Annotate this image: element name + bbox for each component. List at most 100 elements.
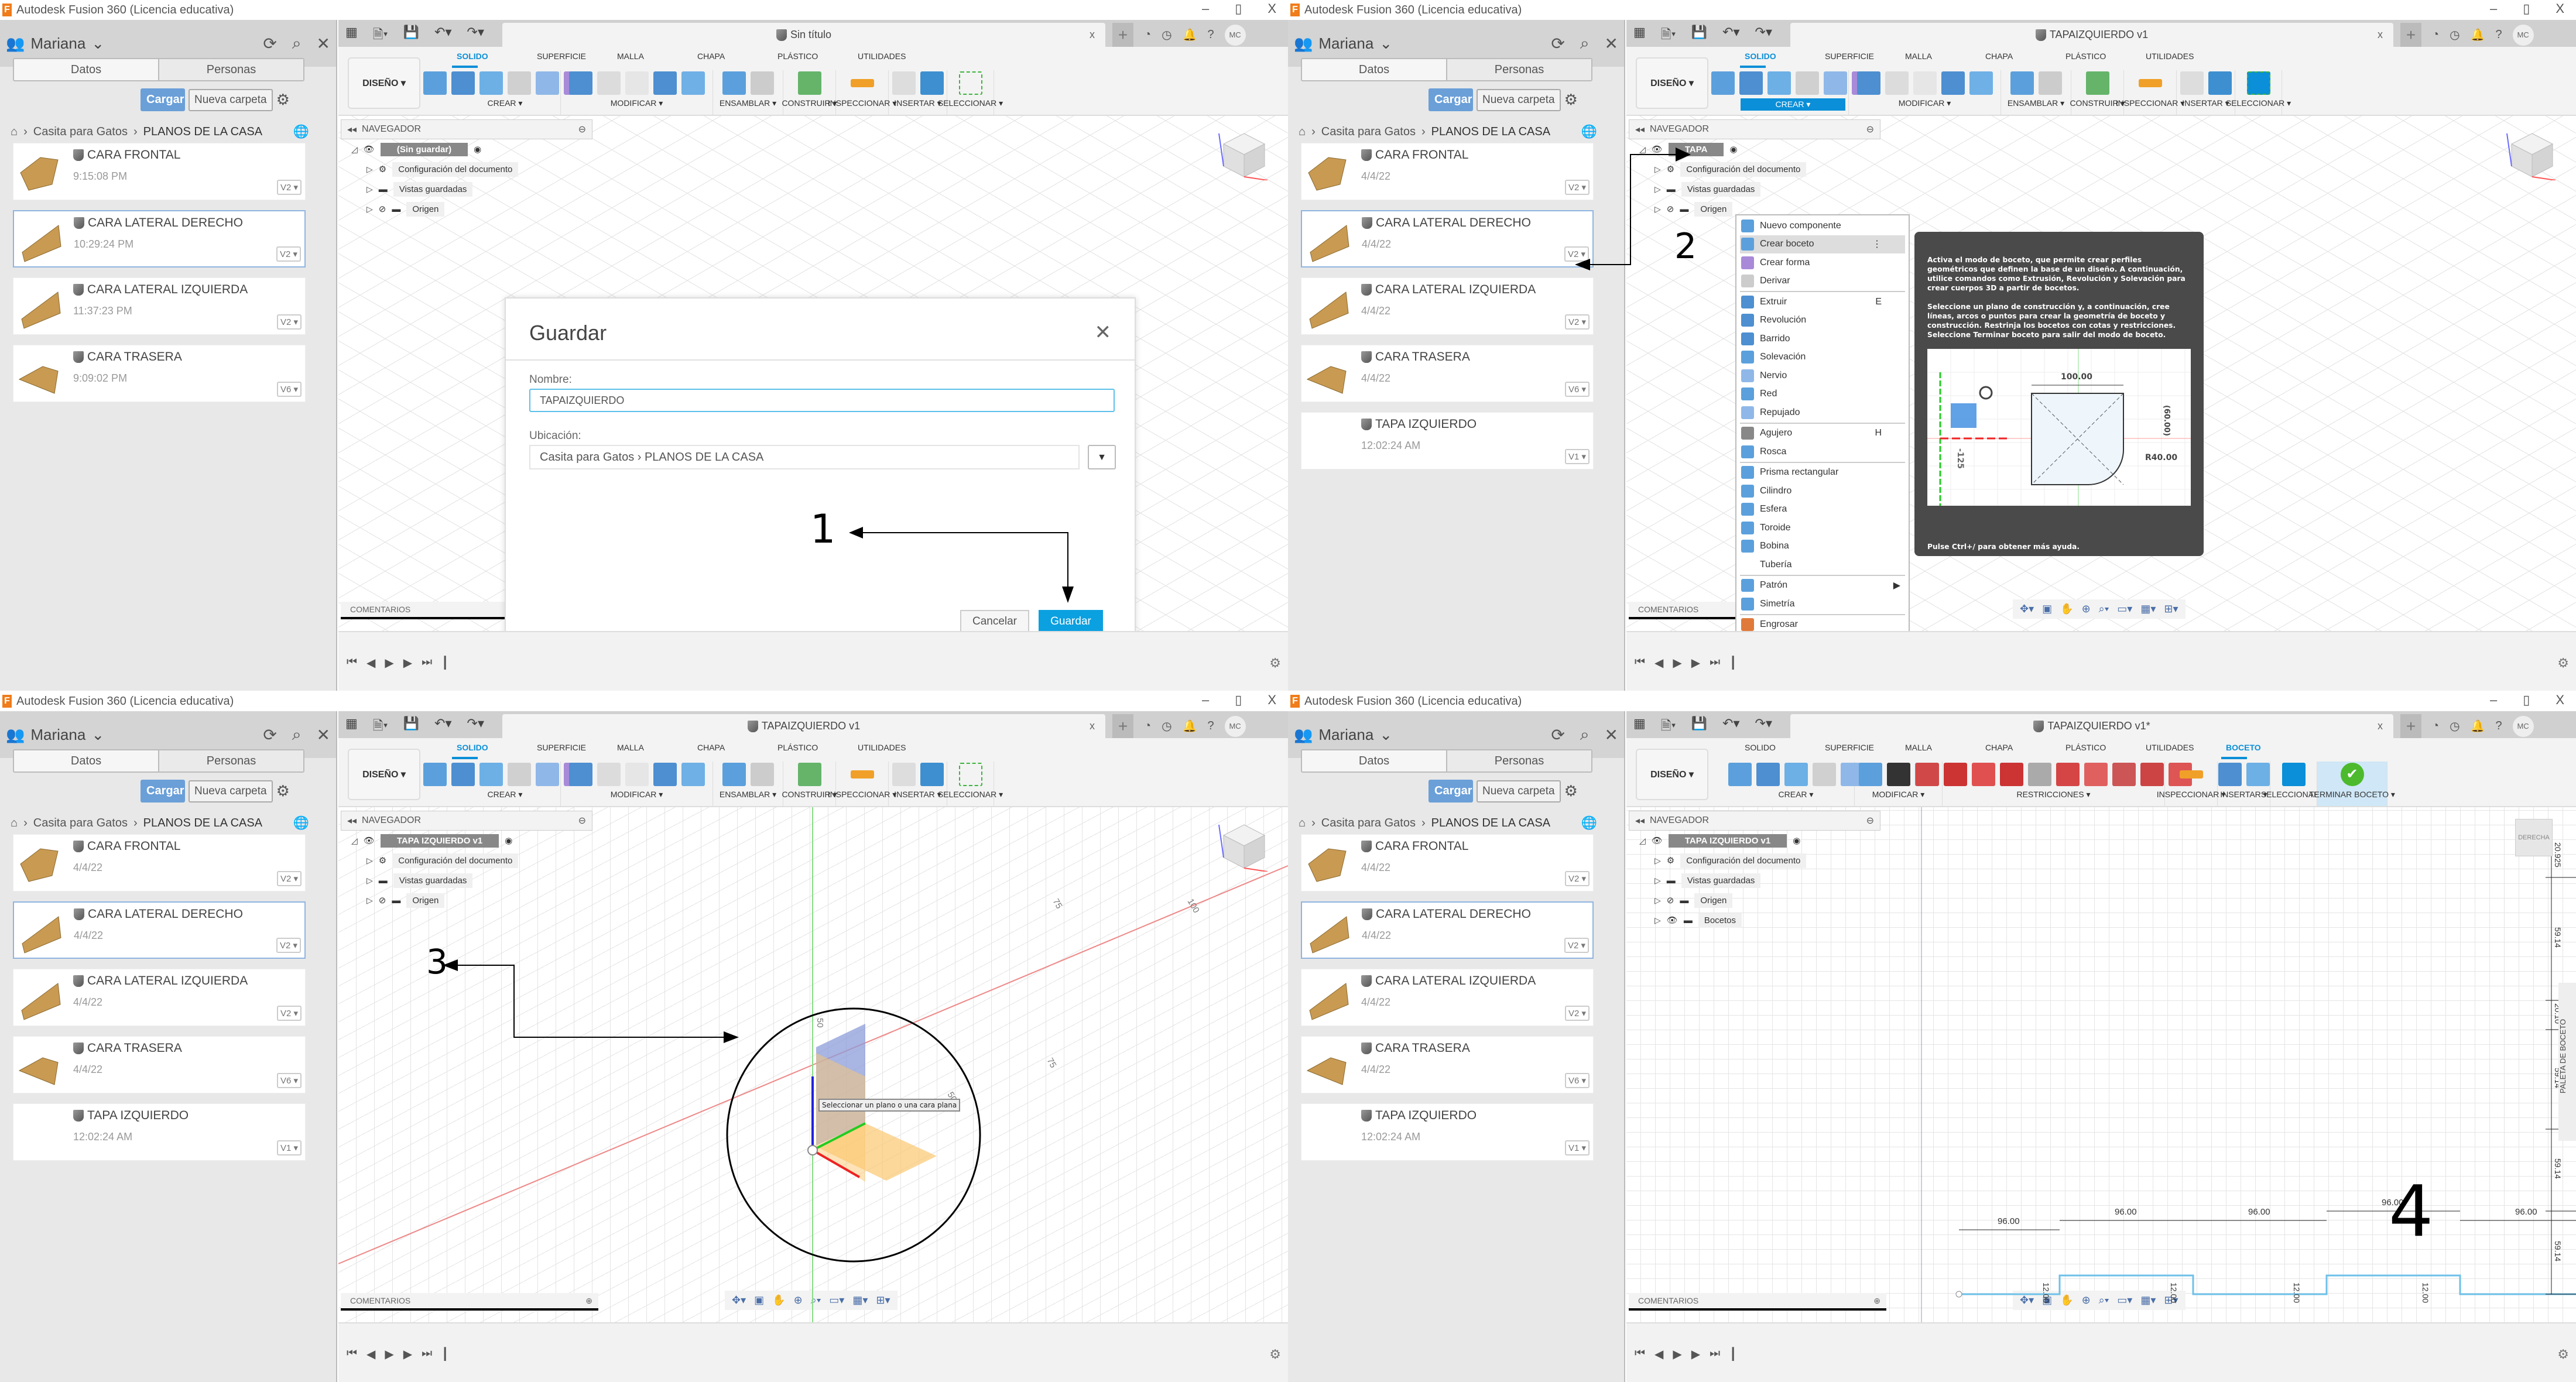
minimize-button[interactable]: – xyxy=(2490,1,2497,16)
ribbon-group-label[interactable]: CREAR ▾ xyxy=(488,98,523,108)
bell-icon[interactable]: 🔔 xyxy=(1183,28,1197,42)
workspace-selector[interactable]: DISEÑO ▾ xyxy=(1636,57,1708,109)
tab-datos[interactable]: Datos xyxy=(1302,59,1446,80)
home-icon[interactable]: ⌂ xyxy=(11,817,18,830)
tool-icon[interactable] xyxy=(1858,763,1882,786)
tab-plstico[interactable]: PLÁSTICO xyxy=(770,743,851,752)
new-tab-button[interactable]: + xyxy=(1112,23,1133,47)
maximize-button[interactable]: ▯ xyxy=(1235,692,1242,708)
close-tab-icon[interactable]: x xyxy=(1090,720,1095,732)
file-list-item[interactable]: CARA TRASERA 4/4/22 V6 ▾ xyxy=(1301,1036,1594,1093)
timeline-play-icon[interactable]: ▶ xyxy=(1673,1347,1681,1362)
menu-item-patron[interactable]: Patrón ▶ xyxy=(1740,577,1905,595)
breadcrumb-project[interactable]: Casita para Gatos xyxy=(33,125,128,139)
eye-icon[interactable]: 👁 xyxy=(364,144,375,155)
menu-item-repujado[interactable]: Repujado xyxy=(1740,403,1905,422)
tool-icon[interactable] xyxy=(568,71,592,95)
redo-icon[interactable]: ↷▾ xyxy=(467,716,484,738)
timeline-end-icon[interactable]: ⏭ xyxy=(1710,656,1720,670)
version-dropdown[interactable]: V2 ▾ xyxy=(276,246,301,262)
tab-solido[interactable]: SOLIDO xyxy=(1738,52,1818,68)
tab-plstico[interactable]: PLÁSTICO xyxy=(770,52,851,61)
help-icon[interactable]: ? xyxy=(1207,719,1214,733)
tool-icon[interactable] xyxy=(920,71,944,95)
tab-superficie[interactable]: SUPERFICIE xyxy=(530,743,610,752)
menu-item-crear-forma[interactable]: Crear forma xyxy=(1740,253,1905,272)
sketch-profile[interactable]: 96.0096.00 96.0096.0096.0012.00 12.00 12.00… xyxy=(1626,807,2576,1322)
ribbon-group-label[interactable]: INSERTAR ▾ xyxy=(2220,790,2267,800)
file-list-item[interactable]: CARA TRASERA 9:09:02 PM V6 ▾ xyxy=(13,345,306,402)
ribbon-group-label[interactable]: MODIFICAR ▾ xyxy=(1899,98,1951,108)
timeline-next-icon[interactable]: ▶ xyxy=(1691,656,1700,670)
file-list-item[interactable]: CARA LATERAL IZQUIERDA 4/4/22 V2 ▾ xyxy=(1301,969,1594,1026)
tool-icon[interactable] xyxy=(1739,71,1763,95)
tool-icon[interactable] xyxy=(535,71,559,95)
new-folder-button[interactable]: Nueva carpeta xyxy=(1477,88,1561,111)
tool-icon[interactable] xyxy=(597,763,621,786)
home-icon[interactable]: ⌂ xyxy=(1299,817,1306,830)
avatar[interactable]: MC xyxy=(2512,24,2534,46)
tool-icon[interactable] xyxy=(2084,763,2108,786)
workspace-selector[interactable]: DISEÑO ▾ xyxy=(348,57,420,109)
tab-datos[interactable]: Datos xyxy=(14,59,158,80)
tab-solido[interactable]: SOLIDO xyxy=(450,743,530,759)
close-tab-icon[interactable]: x xyxy=(2378,29,2383,41)
tool-icon[interactable] xyxy=(2112,763,2136,786)
tool-icon[interactable] xyxy=(1915,763,1939,786)
close-tab-icon[interactable]: x xyxy=(2378,720,2383,732)
measure-icon[interactable] xyxy=(2179,770,2203,779)
new-tab-button[interactable]: + xyxy=(2400,714,2421,738)
maximize-button[interactable]: ▯ xyxy=(2523,1,2530,16)
gear-icon[interactable]: ⚙ xyxy=(1564,782,1578,800)
ribbon-group-label[interactable]: INSERTAR ▾ xyxy=(2182,98,2229,108)
team-selector[interactable]: 👥 Mariana ⌄ xyxy=(6,35,104,53)
tool-icon[interactable] xyxy=(1941,71,1965,95)
menu-item-nervio[interactable]: Nervio xyxy=(1740,366,1905,385)
file-list-item[interactable]: CARA LATERAL IZQUIERDA 4/4/22 V2 ▾ xyxy=(1301,277,1594,335)
file-list-item[interactable]: CARA FRONTAL 4/4/22 V2 ▾ xyxy=(13,834,306,891)
menu-item-revolucion[interactable]: Revolución xyxy=(1740,311,1905,330)
tool-icon[interactable] xyxy=(568,763,592,786)
team-selector[interactable]: 👥 Mariana ⌄ xyxy=(1294,726,1392,744)
navigator-root[interactable]: ◿ 👁 (Sin guardar) ◉ xyxy=(341,139,592,159)
minimize-button[interactable]: – xyxy=(1202,692,1209,708)
grid-menu-icon[interactable]: ▦ xyxy=(1633,25,1646,47)
tool-icon[interactable] xyxy=(1969,71,1993,95)
version-dropdown[interactable]: V2 ▾ xyxy=(1564,314,1590,330)
sketch-palette-toggle[interactable]: PALETA DE BOCETO xyxy=(2558,983,2576,1141)
close-tab-icon[interactable]: x xyxy=(1090,29,1095,41)
menu-item-esfera[interactable]: Esfera xyxy=(1740,500,1905,519)
new-folder-button[interactable]: Nueva carpeta xyxy=(189,780,273,803)
timeline-start-icon[interactable]: ⏮ xyxy=(1635,1347,1645,1362)
navigator-item[interactable]: ▷ ▬ Vistas guardadas xyxy=(341,179,592,199)
tool-icon[interactable] xyxy=(1885,71,1909,95)
document-tab[interactable]: TAPAIZQUIERDO v1* x xyxy=(1790,714,2393,738)
zoom-icon[interactable]: ⊕ xyxy=(2082,603,2091,615)
select-icon[interactable] xyxy=(958,763,982,786)
timeline-start-icon[interactable]: ⏮ xyxy=(347,656,357,670)
ribbon-group-label[interactable]: INSPECCIONAR ▾ xyxy=(2157,790,2226,800)
menu-item-cilindro[interactable]: Cilindro xyxy=(1740,482,1905,500)
timeline-prev-icon[interactable]: ◀ xyxy=(366,1347,375,1362)
gear-icon[interactable]: ⚙ xyxy=(1564,91,1578,109)
workspace-selector[interactable]: DISEÑO ▾ xyxy=(1636,749,1708,800)
refresh-icon[interactable]: ⟳ xyxy=(1551,725,1564,745)
tool-icon[interactable] xyxy=(722,71,746,95)
menu-item-bobina[interactable]: Bobina xyxy=(1740,537,1905,556)
tool-icon[interactable] xyxy=(653,763,677,786)
tab-personas[interactable]: Personas xyxy=(1446,59,1591,80)
globe-icon[interactable]: 🌐 xyxy=(293,815,309,831)
navigator-item[interactable]: ▷ ⚙ Configuración del documento xyxy=(341,159,592,179)
undo-icon[interactable]: ↶▾ xyxy=(434,25,451,47)
workspace-selector[interactable]: DISEÑO ▾ xyxy=(348,749,420,800)
clock-icon[interactable]: ◷ xyxy=(1162,719,1171,733)
file-list-item[interactable]: CARA FRONTAL 4/4/22 V2 ▾ xyxy=(1301,143,1594,200)
search-icon[interactable]: ⌕ xyxy=(1580,34,1590,53)
tool-icon[interactable] xyxy=(1999,763,2023,786)
timeline-marker[interactable]: ┃ xyxy=(1729,656,1736,670)
version-dropdown[interactable]: V2 ▾ xyxy=(276,1006,302,1021)
document-tab[interactable]: Sin título x xyxy=(502,23,1105,47)
look-at-icon[interactable]: ▣ xyxy=(2042,603,2052,615)
refresh-icon[interactable]: ⟳ xyxy=(1551,34,1564,53)
breadcrumb-folder[interactable]: PLANOS DE LA CASA xyxy=(143,817,262,830)
